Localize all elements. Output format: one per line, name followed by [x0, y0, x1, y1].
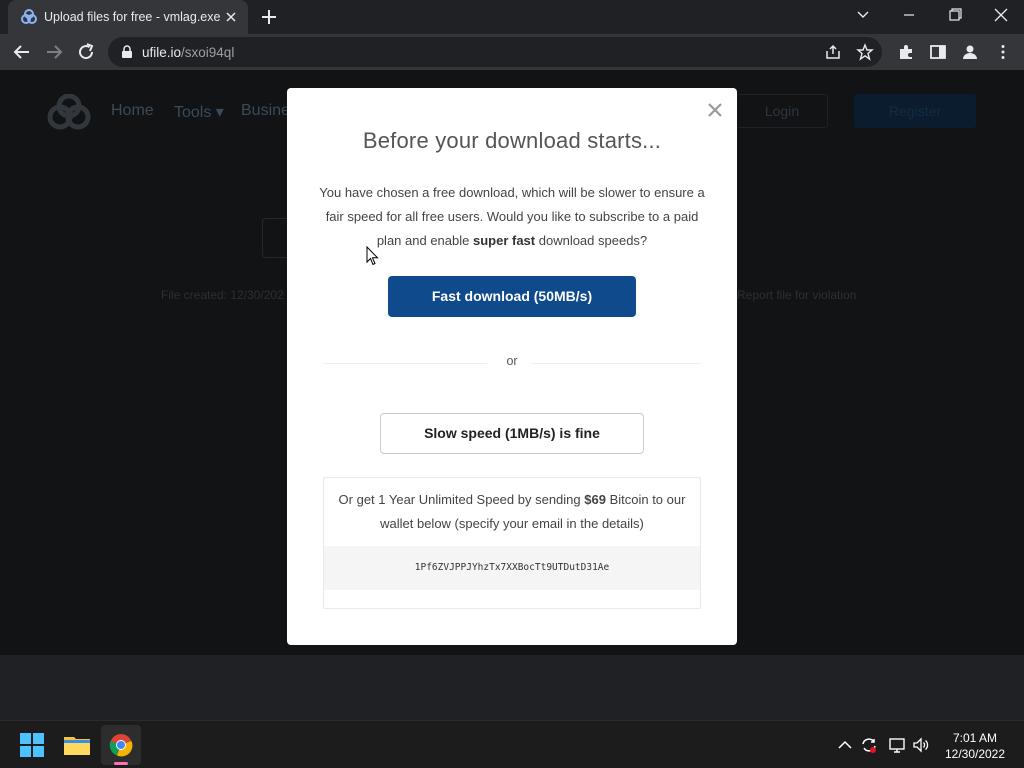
- system-clock[interactable]: 7:01 AM 12/30/2022: [940, 730, 1010, 762]
- chrome-taskbar-button[interactable]: [101, 725, 141, 765]
- file-explorer-icon[interactable]: [57, 725, 97, 765]
- download-modal: Before your download starts... You have …: [287, 88, 737, 645]
- mouse-cursor-icon: [366, 246, 379, 266]
- modal-description: You have chosen a free download, which w…: [319, 185, 705, 248]
- forward-arrow-icon[interactable]: [42, 40, 66, 64]
- address-bar[interactable]: ufile.io/sxoi94ql: [108, 37, 882, 67]
- modal-title: Before your download starts...: [362, 128, 662, 153]
- tab-search-chevron-icon[interactable]: [840, 0, 886, 30]
- bitcoin-wallet-address[interactable]: 1Pf6ZVJPPJYhzTx7XXBocTt9UTDutD31Ae: [324, 546, 700, 590]
- bookmark-star-icon[interactable]: [856, 43, 874, 61]
- fast-download-button[interactable]: Fast download (50MB/s): [388, 276, 636, 317]
- ufile-logo-icon: [47, 94, 91, 130]
- or-separator: or: [506, 354, 518, 368]
- network-icon[interactable]: [888, 736, 906, 754]
- profile-avatar-icon[interactable]: [961, 43, 979, 61]
- bitcoin-offer-text: Or get 1 Year Unlimited Speed by sending…: [338, 492, 686, 531]
- nav-home-link[interactable]: Home: [111, 102, 154, 120]
- tab-title: Upload files for free - vmlag.exe: [44, 10, 220, 24]
- tab-strip: Upload files for free - vmlag.exe: [0, 0, 1024, 34]
- reload-icon[interactable]: [74, 40, 98, 64]
- back-arrow-icon[interactable]: [10, 40, 34, 64]
- lock-icon[interactable]: [120, 45, 134, 59]
- register-button[interactable]: Register: [854, 94, 976, 128]
- browser-tab[interactable]: Upload files for free - vmlag.exe: [8, 0, 248, 34]
- extensions-icon[interactable]: [897, 43, 915, 61]
- chrome-icon: [109, 734, 133, 757]
- share-icon[interactable]: [824, 43, 842, 61]
- browser-bottom-area: [0, 655, 1024, 720]
- minimize-icon[interactable]: [886, 0, 932, 30]
- windows-start-icon[interactable]: [12, 725, 52, 765]
- slow-download-button[interactable]: Slow speed (1MB/s) is fine: [380, 413, 644, 454]
- close-window-icon[interactable]: [978, 0, 1024, 30]
- nav-business-link[interactable]: Busine: [241, 102, 290, 120]
- report-file-link[interactable]: Report file for violation: [737, 288, 856, 302]
- ufile-favicon-icon: [21, 9, 37, 24]
- divider: [531, 363, 701, 364]
- windows-taskbar: 7:01 AM 12/30/2022: [0, 720, 1024, 768]
- restore-icon[interactable]: [932, 0, 978, 30]
- chevron-up-icon[interactable]: [836, 736, 854, 754]
- volume-icon[interactable]: [912, 736, 930, 754]
- side-panel-icon[interactable]: [929, 43, 947, 61]
- nav-tools-link[interactable]: Tools ▾: [174, 102, 224, 122]
- clock-date: 12/30/2022: [944, 747, 1006, 761]
- login-button[interactable]: Login: [736, 94, 828, 128]
- url-text: ufile.io/sxoi94ql: [142, 45, 235, 60]
- tab-close-icon[interactable]: [223, 9, 239, 25]
- bitcoin-offer-box: Or get 1 Year Unlimited Speed by sending…: [323, 477, 701, 609]
- kebab-menu-icon[interactable]: [994, 43, 1012, 61]
- browser-toolbar: ufile.io/sxoi94ql: [0, 34, 1024, 70]
- close-icon[interactable]: [706, 101, 724, 119]
- new-tab-icon[interactable]: [259, 7, 279, 27]
- file-created-text: File created: 12/30/202: [161, 288, 284, 302]
- active-app-indicator: [114, 762, 128, 765]
- sync-icon[interactable]: [860, 736, 878, 754]
- clock-time: 7:01 AM: [952, 731, 998, 745]
